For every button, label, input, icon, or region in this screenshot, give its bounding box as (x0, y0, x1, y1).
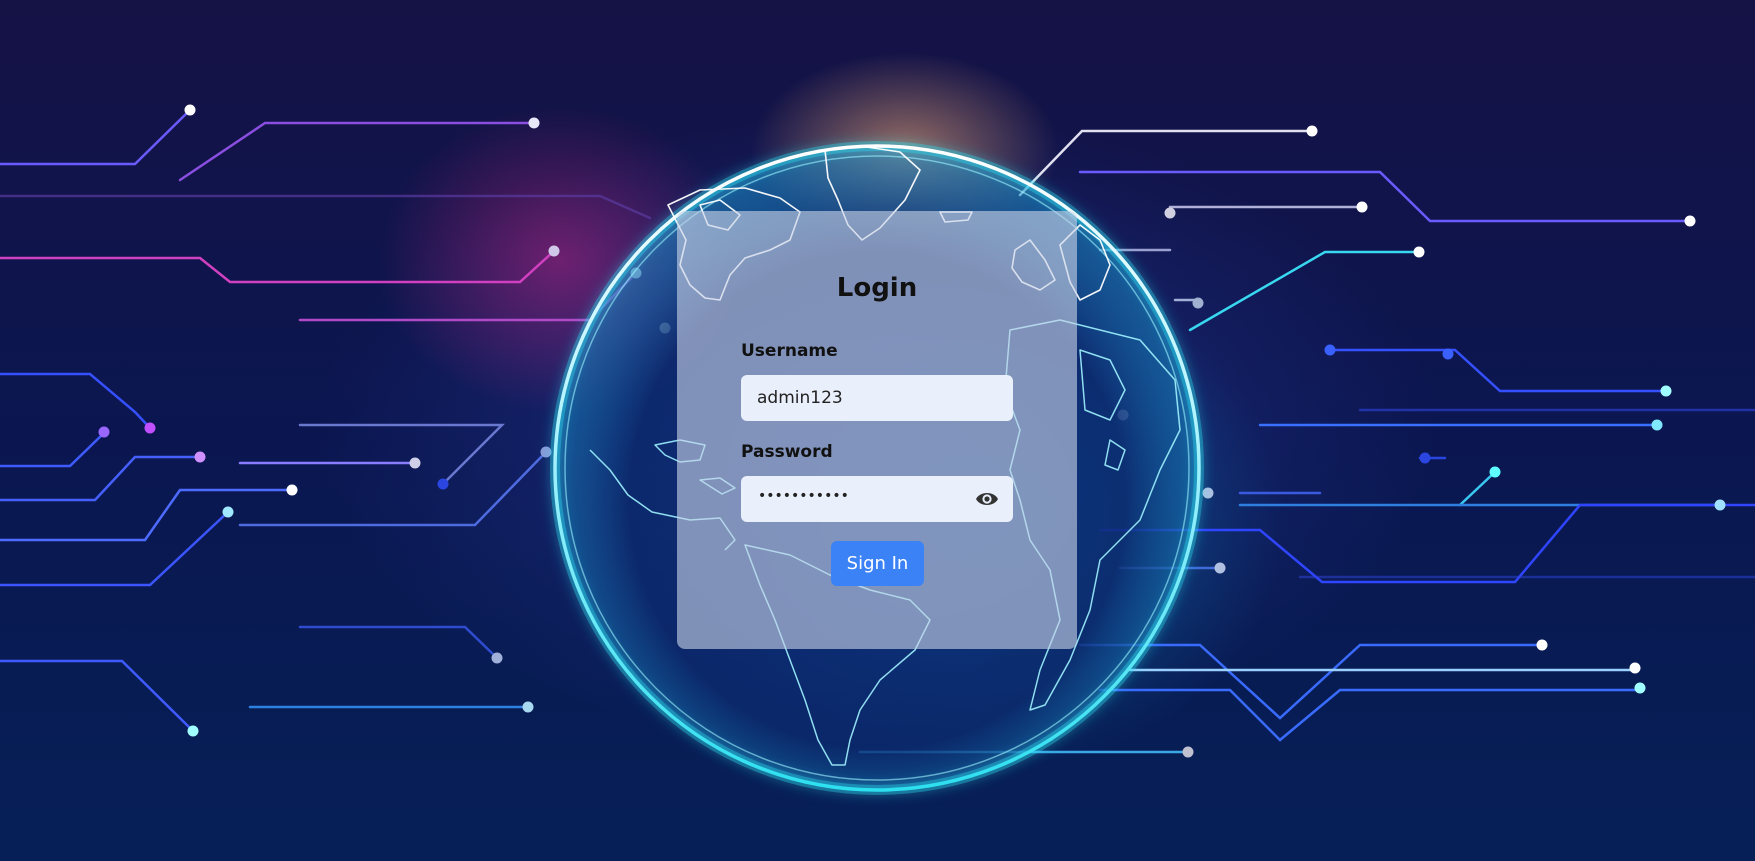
password-field[interactable]: ••••••••••• (741, 476, 1013, 522)
password-masked-value: ••••••••••• (758, 488, 849, 504)
login-card: Login Username Password ••••••••••• Sign… (677, 211, 1077, 649)
username-field-box (741, 375, 1013, 421)
sign-in-button[interactable]: Sign In (831, 541, 924, 586)
login-title: Login (836, 273, 918, 303)
password-label: Password (741, 442, 833, 462)
username-input[interactable] (741, 375, 1013, 421)
eye-icon[interactable] (975, 488, 999, 510)
username-label: Username (741, 341, 838, 361)
